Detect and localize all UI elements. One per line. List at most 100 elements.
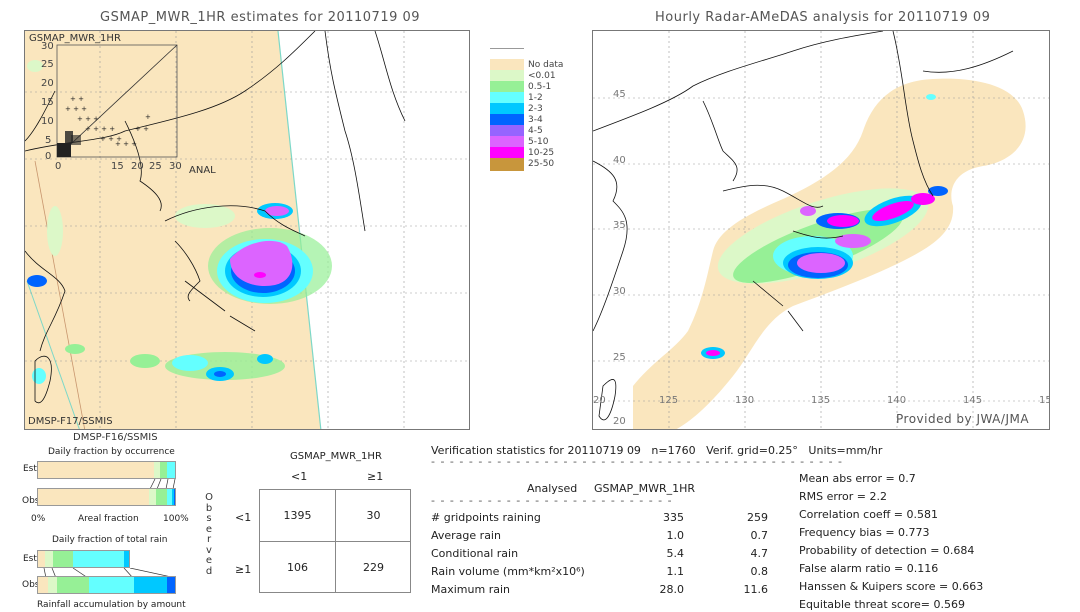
contingency-cell-miss: 106	[287, 561, 308, 574]
lon-label-145: 145	[963, 395, 983, 406]
lat-label-35: 35	[613, 220, 626, 231]
bar-segment	[57, 577, 89, 593]
color-legend: No data <0.01 0.5-1 1-2 2-3 3-4 4-5 5-10…	[490, 48, 563, 204]
observed-vertical-label: Observed	[204, 492, 214, 577]
legend-label: 25-50	[528, 159, 555, 169]
bar-segment	[166, 462, 175, 478]
scatter-y-tick-30: 30	[41, 41, 54, 52]
lat-label-40: 40	[613, 155, 626, 166]
sensor-label-f17: DMSP-F17/SSMIS	[28, 416, 113, 427]
legend-item: 25-50	[490, 158, 560, 172]
contingency-row-header-lt1: <1	[235, 511, 252, 524]
header-divider: - - - - - - - - - - - - - - - - - - - - …	[431, 455, 845, 468]
rain-obs-bar	[37, 576, 176, 594]
lon-label-140: 140	[887, 395, 907, 406]
lon-label-150: 15	[1039, 395, 1049, 406]
axis-right-label: 100%	[163, 514, 189, 524]
observed-letter: d	[205, 565, 213, 577]
observed-letter: s	[206, 513, 212, 524]
stat-label-average: Average rain	[431, 529, 501, 542]
scatter-x-tick-15: 15	[111, 161, 124, 172]
contingency-cell-hit-neg: 1395	[283, 509, 312, 522]
contingency-col-header-lt1: <1	[291, 470, 308, 483]
axis-left-label: 0%	[31, 514, 46, 524]
occurrence-est-label: Est	[23, 464, 37, 474]
stat-model-volume: 0.8	[750, 565, 769, 578]
bar-segment	[38, 489, 149, 505]
bar-segment	[47, 577, 58, 593]
score-far: False alarm ratio = 0.116	[799, 562, 939, 575]
right-map-title: Hourly Radar-AMeDAS analysis for 2011071…	[655, 10, 991, 25]
contingency-row-header-ge1: ≥1	[235, 563, 252, 576]
scatter-y-tick-5: 5	[45, 135, 52, 146]
lat-label-20: 20	[613, 416, 626, 427]
stat-analysed-average: 1.0	[666, 529, 685, 542]
total-rain-title: Daily fraction of total rain	[52, 535, 168, 545]
scatter-y-tick-0: 0	[45, 151, 52, 162]
svg-text:+ + +: + + +	[77, 115, 99, 123]
rain-est-label: Est	[23, 554, 37, 564]
bar-segment	[123, 551, 129, 567]
bar-segment	[88, 577, 134, 593]
stat-label-volume: Rain volume (mm*km²x10⁶)	[431, 565, 585, 578]
lon-label-135: 135	[811, 395, 831, 406]
axis-mid-label: Areal fraction	[78, 514, 139, 524]
scatter-x-label: ANAL	[189, 165, 216, 176]
columns-divider: - - - - - - - - - - - - - - - - - - - - …	[431, 494, 671, 507]
contingency-table: 1395 30 106 229	[259, 489, 411, 593]
stat-analysed-maximum: 28.0	[659, 583, 685, 596]
bar-segment	[52, 551, 74, 567]
bar-segment	[38, 577, 48, 593]
lat-label-45: 45	[613, 89, 626, 100]
stat-label-maximum: Maximum rain	[431, 583, 510, 596]
legend-swatch	[490, 158, 524, 172]
bar-segment	[133, 577, 167, 593]
score-mean-abs-error: Mean abs error = 0.7	[799, 472, 916, 485]
accumulation-title: Rainfall accumulation by amount	[37, 600, 186, 610]
legend-label: 2-3	[528, 104, 543, 114]
score-rms-error: RMS error = 2.2	[799, 490, 887, 503]
svg-text:+: +	[145, 113, 151, 121]
lat-label-30: 30	[613, 286, 626, 297]
bar-segment	[73, 551, 124, 567]
contingency-cell-false-alarm: 30	[366, 509, 381, 522]
score-hk: Hanssen & Kuipers score = 0.663	[799, 580, 984, 593]
stat-label-gridpoints: # gridpoints raining	[431, 511, 541, 524]
observed-letter: r	[206, 534, 212, 545]
contingency-cell-hit: 229	[363, 561, 384, 574]
scatter-y-tick-25: 25	[41, 59, 54, 70]
left-map: + + + + + + + + + + + + + + + + + + + + …	[24, 30, 470, 430]
lon-label-130: 130	[735, 395, 755, 406]
stat-model-average: 0.7	[750, 529, 769, 542]
left-map-title: GSMAP_MWR_1HR estimates for 20110719 09	[100, 10, 421, 25]
stat-model-gridpoints: 259	[747, 511, 768, 524]
stat-analysed-gridpoints: 335	[663, 511, 684, 524]
bar-segment	[148, 489, 156, 505]
observed-letter: O	[205, 492, 213, 503]
svg-text:+ +: + +	[70, 95, 84, 103]
right-map-canvas	[593, 31, 1049, 429]
bar-segment	[155, 489, 167, 505]
bar-segment	[174, 489, 175, 505]
score-frequency-bias: Frequency bias = 0.773	[799, 526, 930, 539]
scatter-x-tick-30: 30	[169, 161, 182, 172]
legend-label: 10-25	[528, 148, 555, 158]
sensor-label-f16: DMSP-F16/SSMIS	[73, 432, 158, 443]
stat-model-conditional: 4.7	[750, 547, 769, 560]
right-map: 45 40 35 30 25 20 20 125 130 135 140 145…	[592, 30, 1050, 430]
legend-label: <0.01	[528, 71, 556, 81]
observed-letter: e	[205, 555, 213, 566]
scatter-y-tick-15: 15	[41, 97, 54, 108]
legend-label: 4-5	[528, 126, 543, 136]
rain-est-bar	[37, 550, 130, 568]
scatter-x-tick-0: 0	[55, 161, 62, 172]
lon-label-125: 125	[659, 395, 679, 406]
score-correlation: Correlation coeff = 0.581	[799, 508, 938, 521]
stat-analysed-volume: 1.1	[666, 565, 685, 578]
left-map-canvas: + + + + + + + + + + + + + + + + + + + + …	[25, 31, 469, 429]
stat-label-conditional: Conditional rain	[431, 547, 519, 560]
occurrence-obs-bar	[37, 488, 176, 506]
stat-model-maximum: 11.6	[743, 583, 769, 596]
svg-text:+ + +: + + +	[65, 105, 87, 113]
legend-label: 1-2	[528, 93, 543, 103]
